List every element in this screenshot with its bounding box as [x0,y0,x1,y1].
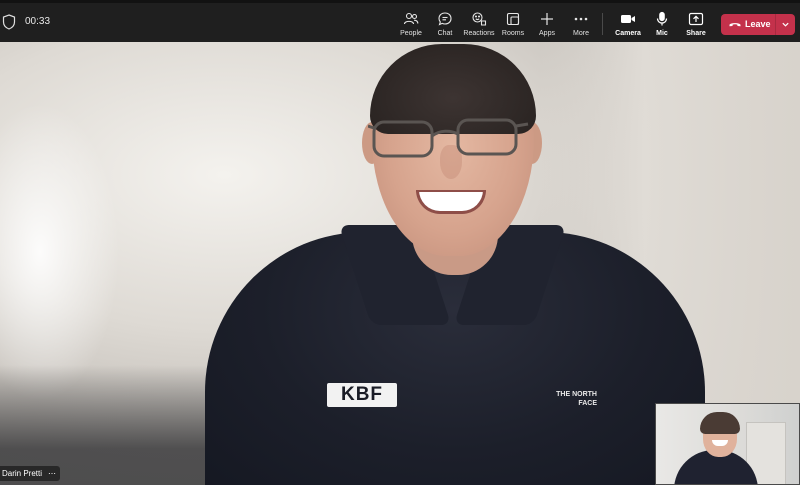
rooms-icon [506,12,520,26]
camera-button[interactable]: Camera [611,6,645,42]
chevron-down-icon [782,22,789,27]
hang-up-icon [729,23,741,27]
meeting-timer: 00:33 [25,16,51,27]
people-button[interactable]: People [394,6,428,42]
apps-button[interactable]: Apps [530,6,564,42]
reactions-button[interactable]: Reactions [462,6,496,42]
toolbar-divider [602,13,603,35]
rooms-label: Rooms [501,30,525,37]
share-screen-icon [688,12,704,26]
more-icon [574,17,588,21]
shield-icon[interactable] [2,14,16,30]
shirt-brand-text: THE NORTH FACE [556,391,597,407]
more-label: More [573,30,589,37]
rooms-button[interactable]: Rooms [496,6,530,42]
leave-button[interactable]: Leave [721,14,775,35]
reactions-icon [472,12,487,26]
leave-label: Leave [745,19,771,29]
participant-name-tag: Darin Pretti ⋯ [0,466,61,481]
mic-label: Mic [656,30,668,37]
microphone-icon [656,11,668,26]
glasses-icon [368,118,529,158]
more-button[interactable]: More [564,6,598,42]
plus-icon [541,13,553,25]
participant-options-button[interactable]: ⋯ [48,469,56,478]
toolbar-actions: People Chat Reactions Rooms Apps More Ca… [394,3,800,45]
share-button[interactable]: Share [679,6,713,42]
chat-icon [438,12,452,26]
leave-control: Leave [721,13,795,35]
camera-icon [621,15,635,23]
self-view-hair [700,412,740,434]
camera-label: Camera [615,30,641,37]
leave-options-button[interactable] [776,14,795,35]
mic-button[interactable]: Mic [645,6,679,42]
people-icon [403,12,419,25]
share-label: Share [686,30,706,37]
apps-label: Apps [539,30,555,37]
participant-name: Darin Pretti [2,469,43,478]
background-light [0,102,120,402]
meeting-toolbar: 00:33 People Chat Reactions Rooms Apps M… [0,0,800,42]
chat-label: Chat [437,30,453,37]
reactions-label: Reactions [463,30,495,37]
shirt-logo: KBF [327,383,397,407]
people-label: People [400,30,422,37]
chat-button[interactable]: Chat [428,6,462,42]
self-view-video[interactable] [655,403,800,485]
